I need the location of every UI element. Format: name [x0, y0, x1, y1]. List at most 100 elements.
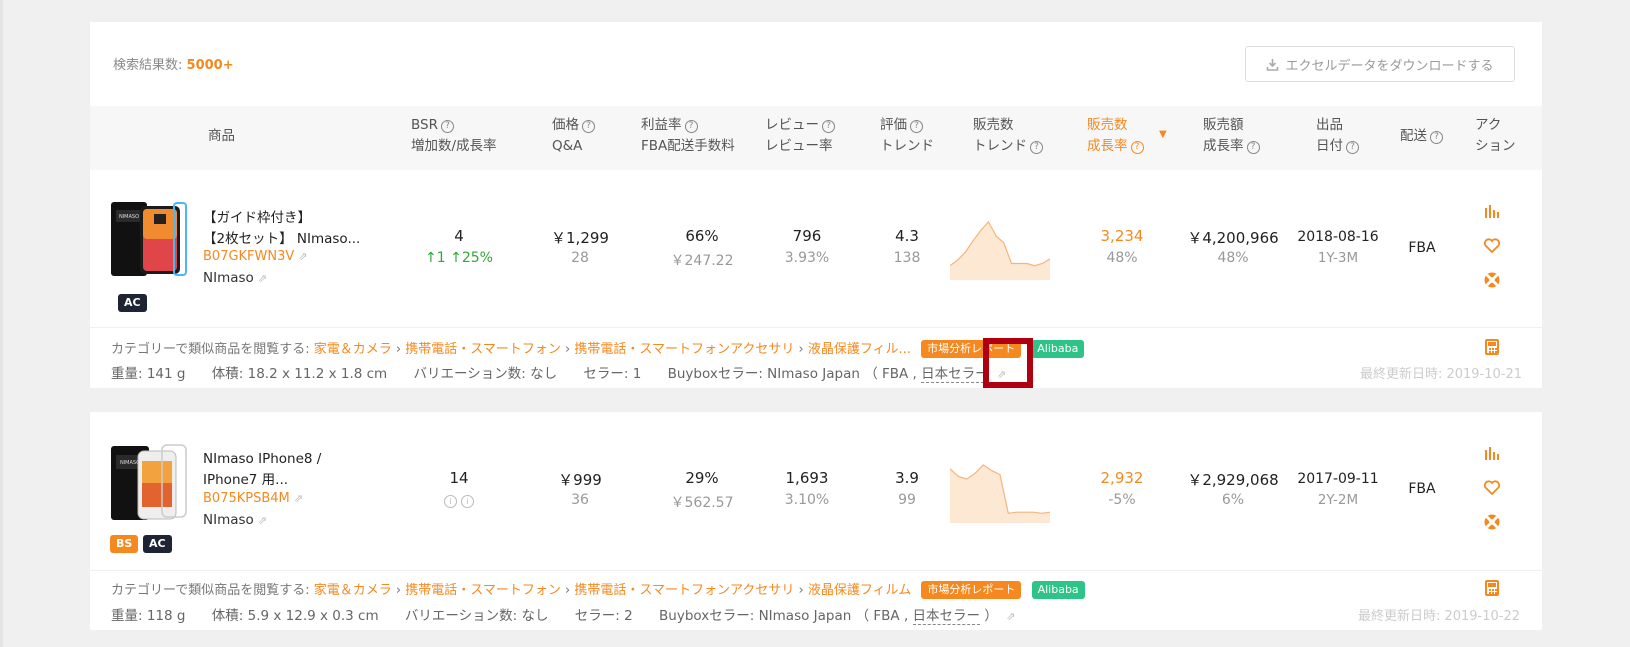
col-review[interactable]: レビュー? レビュー率	[765, 115, 835, 157]
heart-icon[interactable]	[1482, 478, 1502, 498]
product-title[interactable]: NImaso IPhone8 / IPhone7 用...	[203, 449, 373, 491]
question-icon[interactable]: ?	[582, 120, 595, 133]
seller-count: セラー: 1	[583, 366, 642, 382]
revenue-value: ￥2,929,068	[1187, 471, 1279, 489]
question-icon[interactable]: ?	[822, 120, 835, 133]
category-crumb[interactable]: 携帯電話・スマートフォン	[405, 583, 561, 598]
revenue-growth: 6%	[1221, 492, 1245, 508]
col-price[interactable]: 価格? Q&A	[552, 115, 595, 157]
sales-growth: -5%	[1108, 492, 1136, 508]
highlight-box	[983, 338, 1033, 388]
crumb-separator: ›	[565, 583, 571, 598]
ac-badge: AC	[143, 535, 172, 553]
question-icon[interactable]: ?	[1030, 141, 1043, 154]
col-sales-growth[interactable]: 販売数 成長率?	[1087, 115, 1144, 157]
buybox-suffix: ）	[984, 608, 998, 624]
col-revenue[interactable]: 販売額 成長率?	[1203, 115, 1260, 157]
question-icon[interactable]: ?	[1130, 141, 1144, 154]
category-crumb[interactable]: 家電＆カメラ	[314, 583, 392, 598]
download-excel-button[interactable]: エクセルデータをダウンロードする	[1245, 46, 1515, 82]
question-icon[interactable]: ?	[1346, 141, 1359, 154]
external-link-icon[interactable]: ⇗	[258, 272, 267, 285]
category-prefix: カテゴリーで類似商品を閲覧する:	[111, 342, 310, 357]
category-crumb[interactable]: 携帯電話・スマートフォン	[405, 342, 561, 357]
svg-text:NIMASO: NIMASO	[120, 460, 140, 466]
category-line: カテゴリーで類似商品を閲覧する: 家電＆カメラ › 携帯電話・スマートフォン ›…	[111, 338, 1085, 358]
last-updated: 最終更新日時: 2019-10-22	[1357, 609, 1520, 624]
alibaba-tag[interactable]: Alibaba	[1031, 581, 1085, 599]
product-image[interactable]: NIMASO	[110, 443, 188, 523]
qa-count: 36	[571, 492, 589, 508]
external-link-icon[interactable]: ⇗	[298, 250, 307, 263]
heart-icon[interactable]	[1482, 236, 1502, 256]
col-shipping[interactable]: 配送?	[1400, 126, 1443, 147]
product-title-line[interactable]: 【ガイド枠付き】	[203, 210, 311, 226]
sales-growth: 48%	[1106, 250, 1138, 266]
question-icon[interactable]: ?	[1430, 131, 1443, 144]
brand-link[interactable]: NImaso ⇗	[203, 270, 267, 286]
sales-value: 2,932	[1100, 469, 1144, 487]
review-rate: 3.10%	[784, 492, 830, 508]
product-title-line[interactable]: IPhone7 用...	[203, 472, 288, 488]
product-title[interactable]: 【ガイド枠付き】 【2枚セット】 NImaso...	[203, 208, 373, 250]
product-title-line[interactable]: 【2枚セット】 NImaso...	[203, 231, 360, 247]
revenue-growth: 48%	[1217, 250, 1249, 266]
review-count: 796	[792, 227, 822, 245]
calculator-icon[interactable]	[1485, 339, 1499, 355]
info-icon[interactable]: i	[444, 495, 457, 508]
lifebuoy-icon[interactable]	[1482, 512, 1502, 532]
market-analysis-tag[interactable]: 市場分析レポート	[921, 581, 1022, 599]
seller-origin[interactable]: 日本セラー	[921, 366, 989, 383]
dimensions: 体積: 5.9 x 12.9 x 0.3 cm	[211, 608, 379, 624]
alibaba-tag[interactable]: Alibaba	[1031, 340, 1085, 358]
sort-caret-icon[interactable]: ▼	[1159, 129, 1167, 140]
shipping-value: FBA	[1408, 481, 1436, 497]
crumb-separator: ›	[565, 342, 571, 357]
category-crumb[interactable]: 液晶保護フィル...	[808, 342, 911, 357]
bar-chart-icon[interactable]	[1482, 202, 1502, 222]
question-icon[interactable]: ?	[440, 120, 454, 133]
col-margin[interactable]: 利益率? FBA配送手数料	[641, 115, 735, 157]
category-crumb[interactable]: 家電＆カメラ	[314, 342, 392, 357]
fba-fee: ￥247.22	[670, 253, 734, 269]
col-bsr[interactable]: BSR? 増加数/成長率	[411, 115, 497, 157]
question-icon[interactable]: ?	[1246, 141, 1260, 154]
category-crumb[interactable]: 携帯電話・スマートフォンアクセサリ	[574, 583, 794, 598]
external-link-icon[interactable]: ⇗	[1006, 610, 1015, 623]
crumb-separator: ›	[798, 583, 804, 598]
seller-count: セラー: 2	[574, 608, 633, 624]
info-icon[interactable]: i	[461, 495, 474, 508]
fba-fee: ￥562.57	[670, 495, 734, 511]
question-icon[interactable]: ?	[684, 120, 698, 133]
seller-origin[interactable]: 日本セラー	[912, 608, 981, 625]
brand-link[interactable]: NImaso ⇗	[203, 512, 267, 528]
col-rating[interactable]: 評価? トレンド	[880, 115, 934, 157]
category-crumb[interactable]: 携帯電話・スマートフォンアクセサリ	[574, 342, 794, 357]
row-divider	[90, 570, 1542, 571]
sales-trend-sparkline[interactable]	[950, 215, 1050, 280]
lifebuoy-icon[interactable]	[1482, 270, 1502, 290]
category-crumb[interactable]: 液晶保護フィルム	[808, 583, 911, 598]
external-link-icon[interactable]: ⇗	[258, 514, 267, 527]
revenue-value: ￥4,200,966	[1187, 229, 1279, 247]
sales-trend-sparkline[interactable]	[950, 458, 1050, 523]
bar-chart-icon[interactable]	[1482, 444, 1502, 464]
download-icon	[1267, 58, 1279, 71]
product-meta: 重量: 141 g 体積: 18.2 x 11.2 x 1.8 cm バリエーシ…	[111, 362, 1006, 383]
external-link-icon[interactable]: ⇗	[294, 492, 303, 505]
buybox-seller: Buyboxセラー: NImaso Japan （ FBA ,	[667, 366, 917, 382]
col-listed-date[interactable]: 出品 日付?	[1316, 115, 1359, 157]
product-image[interactable]: NIMASO	[110, 200, 188, 280]
col-sales-trend[interactable]: 販売数 トレンド?	[973, 115, 1043, 157]
asin-link[interactable]: B075KPSB4M ⇗	[203, 491, 303, 506]
review-count: 1,693	[785, 469, 829, 487]
qa-count: 28	[571, 250, 589, 266]
last-updated: 最終更新日時: 2019-10-21	[1359, 367, 1522, 382]
result-count-label: 検索結果数: 5000+	[113, 54, 234, 73]
question-icon[interactable]: ?	[910, 120, 923, 133]
margin-value: 66%	[685, 227, 719, 245]
calculator-icon[interactable]	[1485, 580, 1499, 596]
product-title-line[interactable]: NImaso IPhone8 /	[203, 451, 321, 467]
category-prefix: カテゴリーで類似商品を閲覧する:	[111, 583, 310, 598]
asin-link[interactable]: B07GKFWN3V ⇗	[203, 249, 308, 264]
